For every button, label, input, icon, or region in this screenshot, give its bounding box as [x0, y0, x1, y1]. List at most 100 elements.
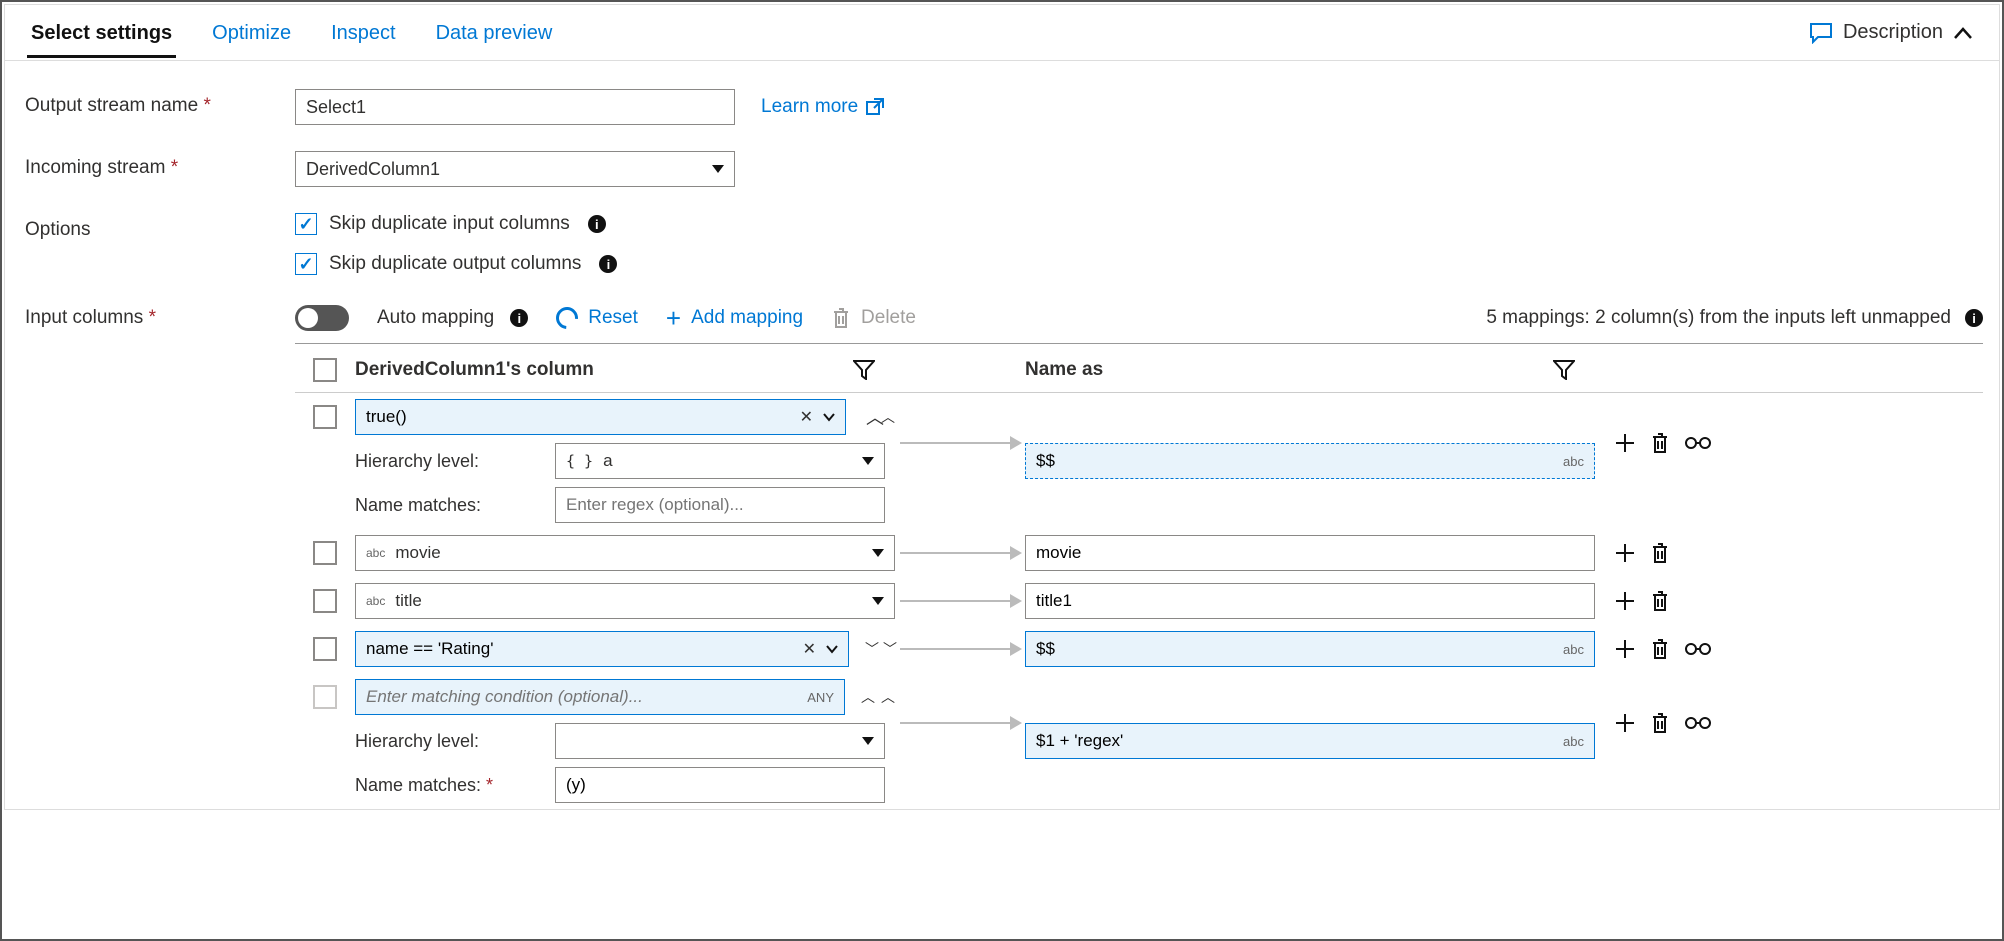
auto-mapping-toggle[interactable]	[295, 305, 349, 331]
checkbox-skip-dup-input[interactable]	[295, 213, 317, 235]
mapping-table-header: DerivedColumn1's column Name as	[295, 344, 1983, 393]
row-checkbox[interactable]	[313, 685, 337, 709]
reset-icon	[552, 303, 583, 334]
add-icon[interactable]	[1615, 713, 1635, 733]
option-skip-dup-input-label: Skip duplicate input columns	[329, 213, 570, 235]
trash-icon[interactable]	[1651, 712, 1669, 734]
name-matches-label: Name matches: *	[355, 767, 555, 803]
tab-optimize[interactable]: Optimize	[192, 8, 311, 57]
rule-expression-input[interactable]: ✕	[355, 399, 846, 435]
link-icon[interactable]	[1685, 716, 1711, 730]
chevron-up-icon	[1953, 26, 1973, 40]
rule-expression-input[interactable]: ✕	[355, 631, 849, 667]
comment-icon	[1809, 22, 1833, 44]
mapping-row: ✕ ﹀ ﹀ abc	[295, 625, 1983, 673]
mapping-row: ANY ︿ ︿ Hierarchy level: Name matches: *	[295, 673, 1983, 809]
tab-select-settings[interactable]: Select settings	[11, 8, 192, 57]
external-link-icon	[866, 98, 884, 116]
add-icon[interactable]	[1615, 591, 1635, 611]
info-icon[interactable]: i	[510, 309, 528, 327]
hierarchy-level-label: Hierarchy level:	[355, 723, 555, 759]
clear-icon[interactable]: ✕	[803, 639, 816, 659]
output-stream-name-input[interactable]	[295, 89, 735, 125]
tab-data-preview[interactable]: Data preview	[416, 8, 573, 57]
trash-icon[interactable]	[1651, 542, 1669, 564]
learn-more-link[interactable]: Learn more	[761, 96, 884, 118]
collapse-icon[interactable]: ︿	[855, 687, 875, 707]
chevron-down-icon	[862, 737, 874, 745]
filter-icon[interactable]	[853, 360, 875, 380]
link-icon[interactable]	[1685, 436, 1711, 450]
chevron-down-icon	[826, 643, 838, 655]
row-checkbox[interactable]	[313, 405, 337, 429]
label-output-stream-name: Output stream name	[25, 89, 285, 117]
source-column-select[interactable]: abc title	[355, 583, 895, 619]
info-icon[interactable]: i	[588, 215, 606, 233]
name-matches-input[interactable]	[555, 767, 885, 803]
hierarchy-level-select[interactable]	[555, 723, 885, 759]
collapse-icon[interactable]: ︿	[856, 399, 879, 435]
chevron-down-icon	[872, 597, 884, 605]
type-tag: abc	[366, 546, 385, 560]
trash-icon[interactable]	[1651, 590, 1669, 612]
type-tag: abc	[1563, 734, 1584, 749]
name-as-input[interactable]	[1025, 535, 1595, 571]
incoming-stream-select[interactable]: DerivedColumn1	[295, 151, 735, 187]
mapping-row: ✕ ︿ ︿ Hierarchy level: { } a Name	[295, 393, 1983, 529]
checkbox-skip-dup-output[interactable]	[295, 253, 317, 275]
type-tag: abc	[1563, 454, 1584, 469]
description-label: Description	[1843, 21, 1943, 44]
description-toggle[interactable]: Description	[1789, 21, 1993, 44]
add-icon[interactable]	[1615, 639, 1635, 659]
name-as-input[interactable]	[1025, 583, 1595, 619]
hierarchy-level-select[interactable]: { } a	[555, 443, 885, 479]
arrow-icon	[900, 552, 1020, 554]
trash-icon[interactable]	[1651, 432, 1669, 454]
add-icon[interactable]	[1615, 433, 1635, 453]
plus-icon: +	[666, 305, 681, 331]
source-column-select[interactable]: abc movie	[355, 535, 895, 571]
type-tag: abc	[366, 594, 385, 608]
label-incoming-stream: Incoming stream	[25, 151, 285, 179]
arrow-icon	[900, 648, 1020, 650]
add-icon[interactable]	[1615, 543, 1635, 563]
arrow-icon	[900, 442, 1020, 444]
trash-icon[interactable]	[1651, 638, 1669, 660]
info-icon[interactable]: i	[1965, 309, 1983, 327]
hierarchy-level-label: Hierarchy level:	[355, 443, 555, 479]
expand-icon[interactable]: ﹀	[859, 639, 877, 659]
matching-condition-input[interactable]: ANY	[355, 679, 845, 715]
chevron-down-icon	[712, 165, 724, 173]
tab-bar: Select settings Optimize Inspect Data pr…	[5, 5, 1999, 61]
name-matches-label: Name matches:	[355, 487, 555, 523]
name-matches-input[interactable]	[555, 487, 885, 523]
filter-icon[interactable]	[1553, 360, 1575, 380]
auto-mapping-label: Auto mapping i	[377, 307, 528, 329]
chevron-down-icon	[823, 411, 835, 423]
row-checkbox[interactable]	[313, 589, 337, 613]
trash-icon	[831, 307, 851, 329]
col-header-name-as: Name as	[1025, 359, 1103, 381]
select-all-checkbox[interactable]	[313, 358, 337, 382]
reset-button[interactable]: Reset	[556, 307, 638, 329]
row-checkbox[interactable]	[313, 637, 337, 661]
link-icon[interactable]	[1685, 642, 1711, 656]
col-header-source: DerivedColumn1's column	[355, 359, 594, 381]
clear-icon[interactable]: ✕	[800, 407, 813, 427]
mapping-row: abc movie	[295, 529, 1983, 577]
name-as-input[interactable]: abc	[1025, 631, 1595, 667]
add-mapping-button[interactable]: + Add mapping	[666, 305, 803, 331]
arrow-icon	[900, 600, 1020, 602]
row-checkbox[interactable]	[313, 541, 337, 565]
name-as-input[interactable]: abc	[1025, 443, 1595, 479]
tab-inspect[interactable]: Inspect	[311, 8, 415, 57]
delete-button: Delete	[831, 307, 916, 329]
name-as-input[interactable]: abc	[1025, 723, 1595, 759]
info-icon[interactable]: i	[599, 255, 617, 273]
arrow-icon	[900, 722, 1020, 724]
option-skip-dup-output-label: Skip duplicate output columns	[329, 253, 581, 275]
chevron-down-icon	[862, 457, 874, 465]
label-options: Options	[25, 213, 285, 241]
label-input-columns: Input columns	[25, 301, 285, 329]
mapping-status: 5 mappings: 2 column(s) from the inputs …	[1486, 307, 1983, 329]
